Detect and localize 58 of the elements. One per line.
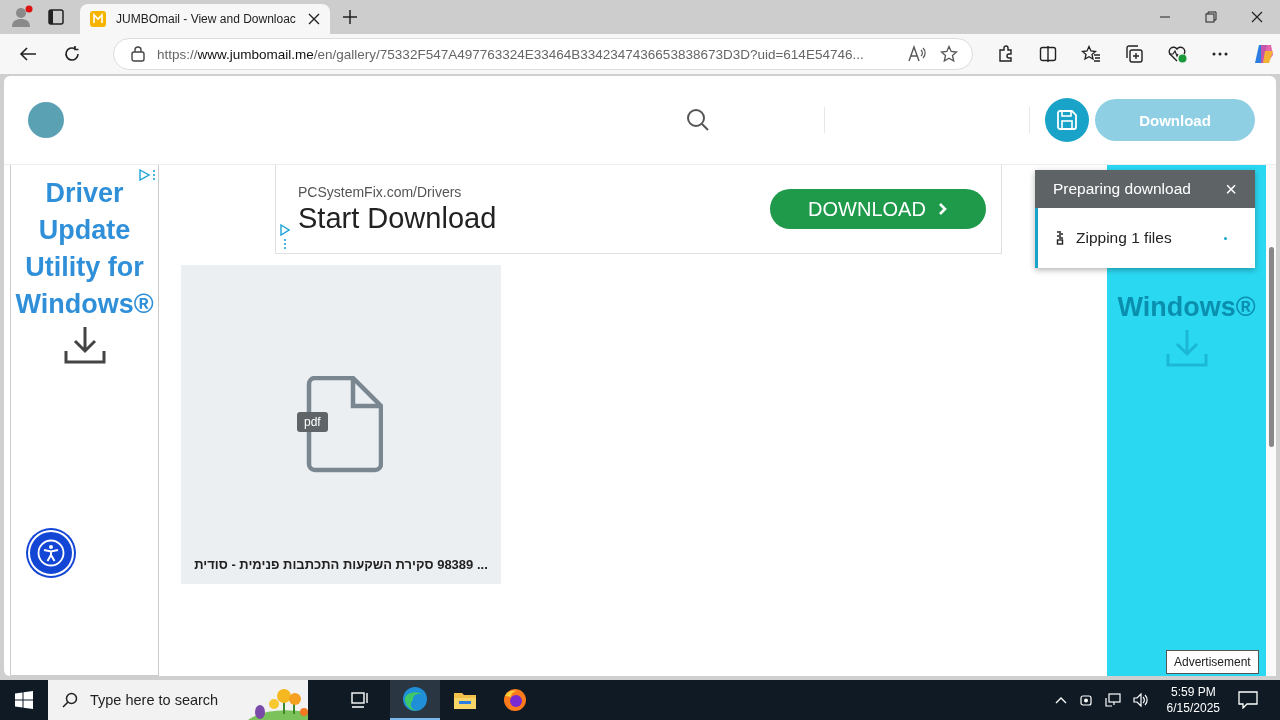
clock-date[interactable]: 6/15/2025	[1166, 700, 1220, 716]
profile-icon[interactable]	[10, 5, 34, 29]
file-icon	[305, 376, 383, 474]
more-icon[interactable]	[1211, 51, 1229, 57]
close-button[interactable]: ×	[1225, 177, 1237, 201]
star-icon[interactable]	[940, 45, 958, 63]
mail-logo-icon	[90, 11, 106, 27]
download-icon[interactable]	[63, 325, 106, 365]
popup-status: Zipping 1 files	[1076, 229, 1172, 247]
favorites-icon[interactable]	[1081, 45, 1101, 63]
task-view-icon[interactable]	[350, 691, 370, 709]
edge-taskbar-icon[interactable]	[390, 680, 440, 720]
url-text: https://www.jumbomail.me/en/gallery/75332F547A497763324E33464B3342347436653838673D3D?uid=614E54746...	[157, 46, 865, 62]
save-button[interactable]	[1045, 98, 1089, 142]
search-icon	[62, 692, 78, 708]
address-bar[interactable]: https://www.jumbomail.me/en/gallery/75332F547A497763324E33464B3342347436653838673D3D?uid=614E54746...	[113, 38, 973, 70]
chevron-icon	[937, 202, 948, 216]
accessibility-button[interactable]	[28, 530, 74, 576]
popup-title: Preparing download	[1053, 180, 1191, 198]
lock-icon	[131, 46, 145, 62]
copilot-icon[interactable]	[1253, 43, 1275, 65]
chevron-up-icon[interactable]	[1054, 696, 1067, 704]
clock-time[interactable]: 5:59 PM	[1170, 684, 1216, 700]
puzzle-icon[interactable]	[997, 45, 1015, 63]
read-aloud-icon[interactable]	[908, 45, 928, 63]
accessibility-icon	[37, 539, 65, 567]
close-icon[interactable]	[308, 13, 320, 25]
close-icon[interactable]	[1251, 11, 1263, 23]
collections-icon[interactable]	[1125, 45, 1143, 63]
refresh-icon[interactable]	[63, 45, 81, 63]
back-icon[interactable]	[19, 45, 37, 63]
network-icon[interactable]	[1104, 693, 1121, 707]
spinner-icon	[1224, 236, 1227, 240]
ad-banner[interactable]: PCSystemFix.com/Drivers Start Download DOWNLOAD	[275, 165, 1002, 254]
ad-domain: PCSystemFix.com/Drivers	[298, 183, 463, 200]
file-type-badge: pdf	[297, 412, 328, 432]
search-icon[interactable]	[686, 108, 710, 132]
new-tab-icon[interactable]	[342, 9, 358, 25]
volume-icon[interactable]	[1132, 693, 1149, 707]
zip-icon	[1056, 231, 1064, 245]
ad-choices-icon[interactable]	[138, 169, 156, 181]
scrollbar[interactable]	[1266, 165, 1276, 676]
notification-icon[interactable]	[1238, 691, 1258, 709]
heart-pulse-icon[interactable]	[1167, 45, 1187, 63]
browser-tab[interactable]: JUMBOmail - View and Downloac	[80, 4, 330, 34]
site-logo[interactable]	[28, 102, 64, 138]
restore-icon[interactable]	[1205, 11, 1217, 23]
ad-download-button[interactable]: DOWNLOAD	[770, 189, 986, 229]
file-name: ... 98389 סקירת השקעות התכתבות פנימית - סודית	[194, 557, 488, 572]
ad-choices-icon[interactable]	[280, 224, 290, 250]
ad-headline: Start Download	[298, 201, 498, 235]
taskbar-search-field[interactable]: Type here to search	[48, 680, 308, 720]
tab-actions-icon[interactable]	[48, 9, 64, 25]
meet-icon[interactable]	[1078, 693, 1093, 707]
floppy-icon	[1056, 109, 1078, 131]
windows-start-icon[interactable]	[15, 691, 33, 709]
advertisement-label: Advertisement	[1166, 650, 1259, 674]
split-screen-icon[interactable]	[1039, 45, 1057, 63]
